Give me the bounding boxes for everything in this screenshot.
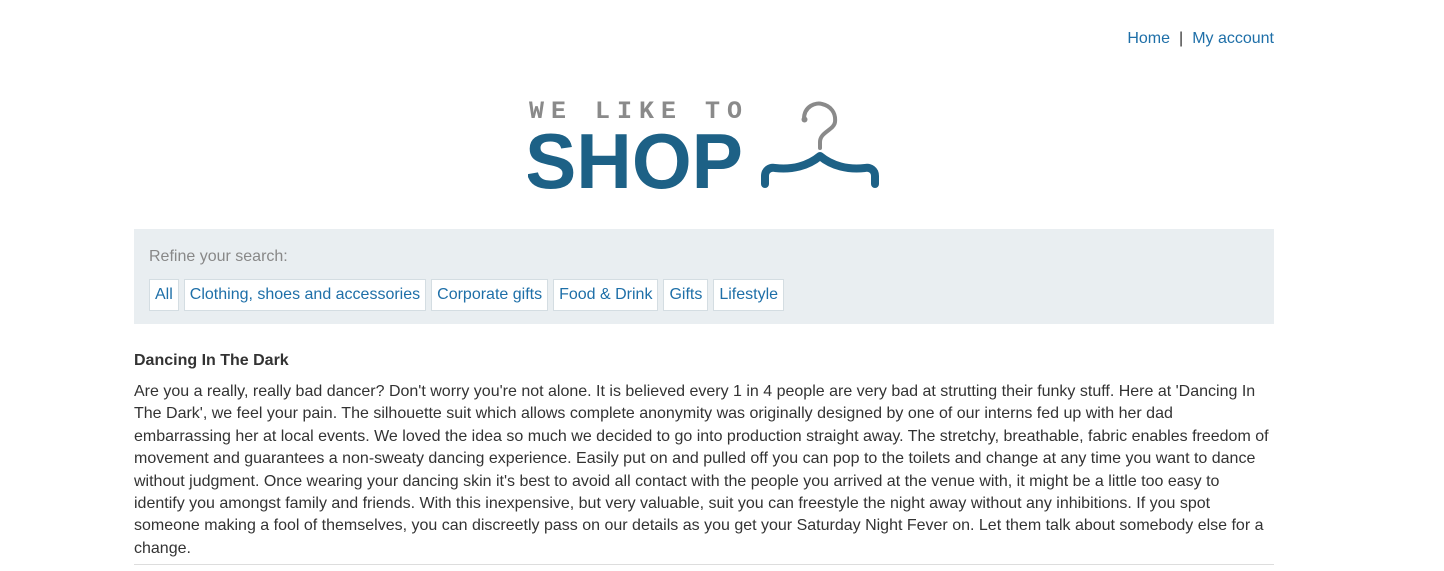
filter-clothing-shoes-accessories[interactable]: Clothing, shoes and accessories bbox=[183, 279, 427, 311]
product-description: Are you a really, really bad dancer? Don… bbox=[134, 383, 1269, 557]
filter-all[interactable]: All bbox=[149, 279, 179, 311]
product-title: Dancing In The Dark bbox=[134, 352, 289, 369]
filter-lifestyle[interactable]: Lifestyle bbox=[713, 279, 785, 311]
product-divider bbox=[134, 564, 1274, 565]
home-link[interactable]: Home bbox=[1127, 30, 1170, 47]
category-filters: All Clothing, shoes and accessories Corp… bbox=[149, 279, 1259, 311]
top-navigation: Home | My account bbox=[1127, 30, 1274, 48]
my-account-link[interactable]: My account bbox=[1192, 30, 1274, 47]
product-listing: Dancing In The Dark Are you a really, re… bbox=[134, 351, 1274, 560]
logo-wordmark: SHOP bbox=[528, 117, 743, 192]
refine-search-label: Refine your search: bbox=[149, 248, 288, 265]
filter-food-drink[interactable]: Food & Drink bbox=[553, 279, 659, 311]
site-logo[interactable]: WE LIKE TO SHOP bbox=[525, 96, 880, 205]
hanger-icon bbox=[761, 101, 879, 188]
refine-search-panel: Refine your search: All Clothing, shoes … bbox=[134, 229, 1274, 324]
filter-gifts[interactable]: Gifts bbox=[663, 279, 709, 311]
logo-image: WE LIKE TO SHOP bbox=[525, 97, 879, 205]
filter-corporate-gifts[interactable]: Corporate gifts bbox=[431, 279, 549, 311]
nav-separator: | bbox=[1179, 30, 1184, 47]
